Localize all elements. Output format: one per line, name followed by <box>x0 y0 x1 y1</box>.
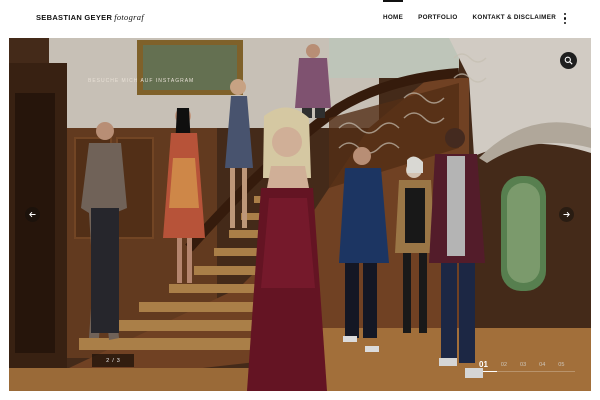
arrow-left-icon <box>29 211 36 218</box>
slide-dot-02[interactable]: 02 <box>501 362 507 369</box>
site-logo[interactable]: SEBASTIAN GEYER fotograf <box>36 12 144 22</box>
main-nav: HOME PORTFOLIO KONTAKT & DISCLAIMER <box>383 0 557 21</box>
nav-item-home[interactable]: HOME <box>383 0 404 21</box>
hero-photo <box>9 38 591 391</box>
nav-item-kontakt[interactable]: KONTAKT & DISCLAIMER <box>473 14 557 21</box>
search-button[interactable] <box>560 52 577 69</box>
site-header: SEBASTIAN GEYER fotograf HOME PORTFOLIO K… <box>0 0 600 38</box>
prev-slide-button[interactable] <box>25 207 40 222</box>
slide-counter-total: 3 <box>116 357 120 364</box>
logo-name: SEBASTIAN GEYER <box>36 13 113 22</box>
hero-slider: BESUCHE MICH AUF INSTAGRAM 2 / 3 01 02 0… <box>9 38 591 391</box>
logo-role: fotograf <box>114 12 144 22</box>
instagram-link[interactable]: BESUCHE MICH AUF INSTAGRAM <box>88 78 194 84</box>
slide-counter-current: 2 <box>106 357 110 364</box>
slide-counter: 2 / 3 <box>92 354 134 367</box>
slide-dot-01[interactable]: 01 <box>479 360 488 369</box>
nav-item-portfolio[interactable]: PORTFOLIO <box>418 14 457 21</box>
slide-progress-fill <box>483 371 497 372</box>
slide-pagination: 01 02 03 04 05 <box>479 360 564 369</box>
arrow-right-icon <box>563 211 570 218</box>
slide-counter-separator: / <box>112 357 114 364</box>
search-icon <box>564 56 573 65</box>
slide-dot-05[interactable]: 05 <box>558 362 564 369</box>
slide-dot-04[interactable]: 04 <box>539 362 545 369</box>
kebab-menu-icon[interactable] <box>562 13 568 26</box>
slide-progress-bar <box>483 371 575 372</box>
slide-dot-03[interactable]: 03 <box>520 362 526 369</box>
next-slide-button[interactable] <box>559 207 574 222</box>
